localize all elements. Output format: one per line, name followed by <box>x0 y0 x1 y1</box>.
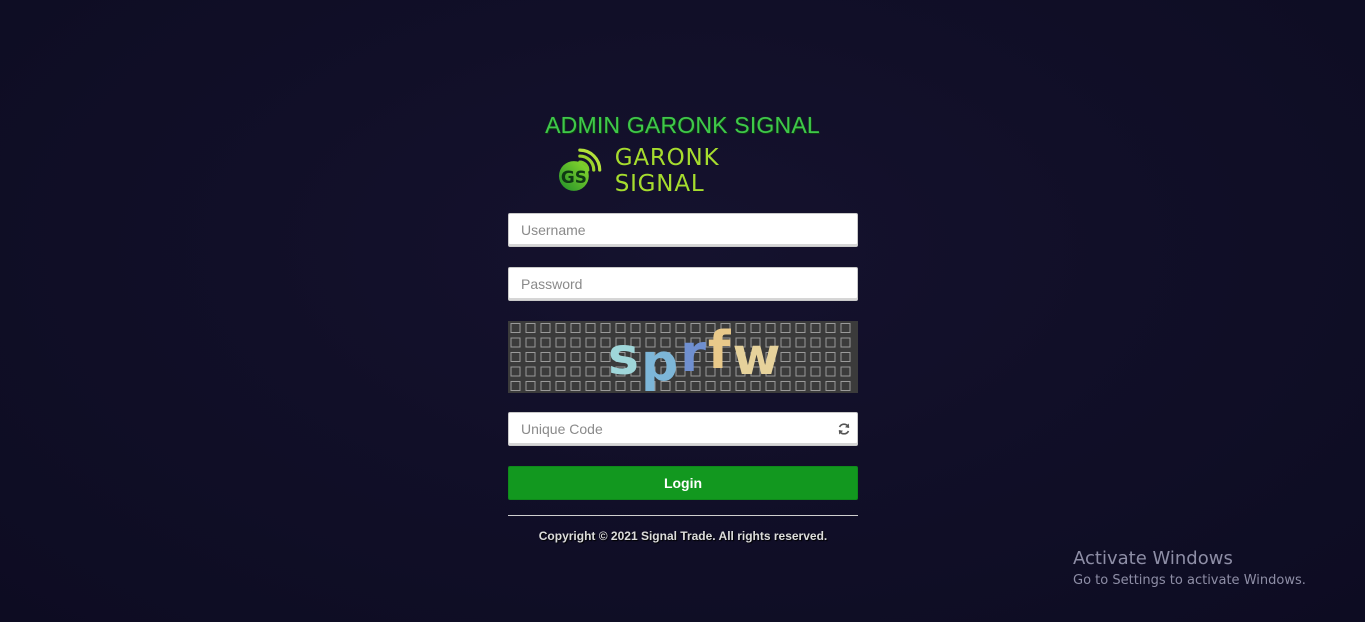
copyright-text: Copyright © 2021 Signal Trade. All right… <box>538 529 828 543</box>
unique-code-field[interactable] <box>508 412 858 446</box>
divider <box>508 515 858 516</box>
watermark-subtitle: Go to Settings to activate Windows. <box>1073 573 1306 588</box>
brand-name: GARONK SIGNAL <box>614 145 720 197</box>
watermark-title: Activate Windows <box>1073 548 1233 569</box>
captcha-char: p <box>640 333 681 393</box>
password-input[interactable] <box>509 268 821 300</box>
captcha-image: sprfw <box>508 321 858 393</box>
login-page: ADMIN GARONK SIGNAL GS GARONK SIGNAL Use… <box>0 0 1365 622</box>
username-field[interactable] <box>508 213 858 247</box>
login-button[interactable]: Login <box>508 466 858 500</box>
page-title: ADMIN GARONK SIGNAL <box>545 112 820 138</box>
windows-activation-watermark: Activate Windows Go to Settings to activ… <box>1073 548 1306 591</box>
brand: GS GARONK SIGNAL <box>556 145 816 197</box>
captcha-text: sprfw <box>608 321 788 393</box>
garonk-signal-logo-icon: GS <box>558 148 602 191</box>
username-input[interactable] <box>509 214 821 246</box>
captcha-char: s <box>608 327 641 387</box>
password-field[interactable] <box>508 267 858 301</box>
captcha-char: f <box>707 321 733 381</box>
svg-text:GS: GS <box>561 167 587 187</box>
unique-code-input[interactable] <box>509 413 821 445</box>
captcha-char: w <box>732 327 783 387</box>
captcha-char: r <box>680 324 708 384</box>
refresh-icon[interactable] <box>837 422 851 436</box>
